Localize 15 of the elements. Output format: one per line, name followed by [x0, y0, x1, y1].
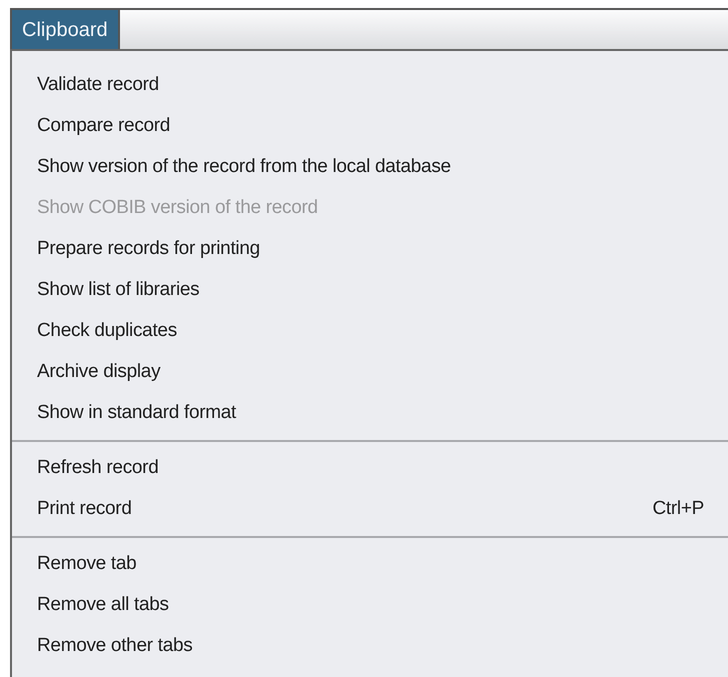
shortcut-label: Ctrl+P [652, 497, 704, 522]
menu-item[interactable]: Print record Ctrl+P [12, 489, 728, 530]
menu-item[interactable]: Show in standard format [12, 393, 728, 434]
menu-item[interactable]: Refresh record [12, 448, 728, 489]
menu-item[interactable]: Validate record [12, 65, 728, 106]
menu-item[interactable]: Compare record [12, 106, 728, 147]
menu-item[interactable]: Prepare records for printing [12, 229, 728, 270]
menu-item[interactable]: Remove all tabs [12, 585, 728, 626]
menu-item[interactable]: Remove tab [12, 544, 728, 585]
menu-item[interactable]: Show version of the record from the local database [12, 147, 728, 188]
menu-item[interactable]: Remove other tabs [12, 626, 728, 667]
menu-item[interactable]: Show list of libraries [12, 270, 728, 311]
menu-title[interactable]: Clipboard [12, 10, 120, 49]
menu-item[interactable]: Archive display [12, 352, 728, 393]
menu-item[interactable]: Check duplicates [12, 311, 728, 352]
